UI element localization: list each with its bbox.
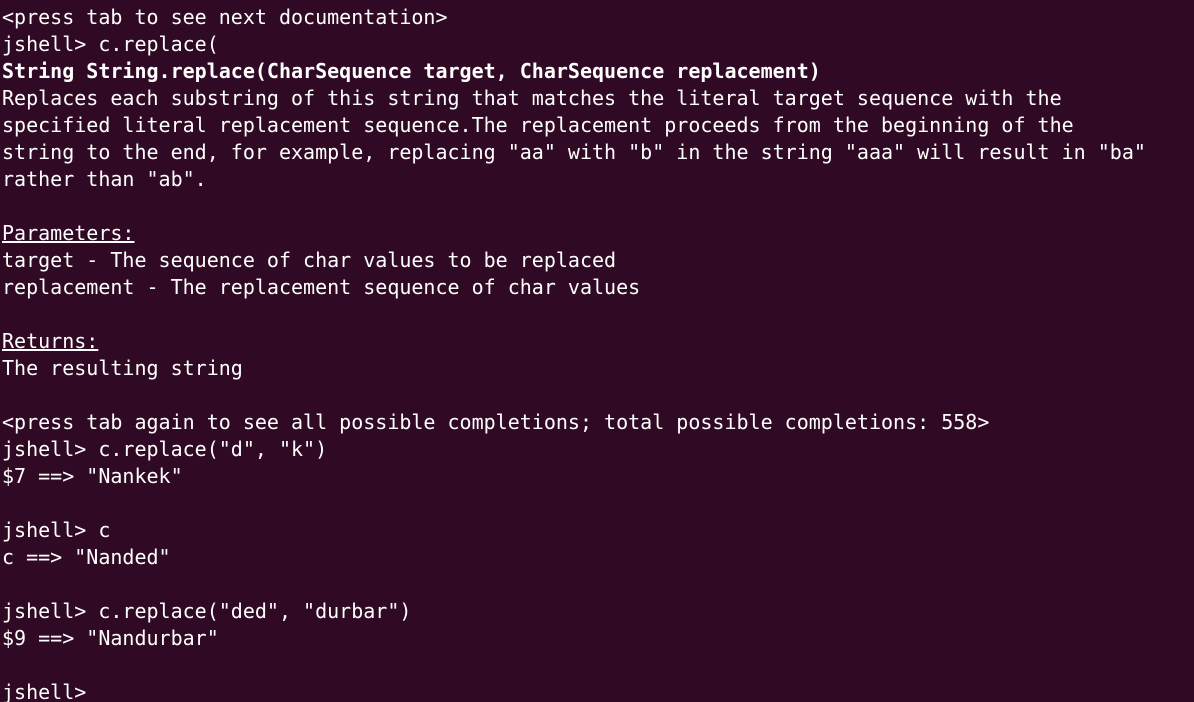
terminal-window[interactable]: <press tab to see next documentation> js…	[0, 0, 1194, 702]
prompt-line: jshell> c.replace(	[2, 32, 219, 56]
doc-description-line: specified literal replacement sequence.T…	[2, 113, 1074, 137]
parameters-heading-line: Parameters:	[2, 220, 1194, 247]
doc-description-line: rather than "ab".	[2, 167, 207, 191]
output-line: $7 ==> "Nankek"	[2, 464, 183, 488]
prompt-line: jshell> c	[2, 518, 111, 542]
active-prompt-line[interactable]: jshell>	[2, 679, 1194, 702]
returns-heading: Returns:	[2, 329, 99, 353]
doc-description-line: Replaces each substring of this string t…	[2, 86, 1062, 110]
prompt-line: jshell> c.replace("d", "k")	[2, 437, 328, 461]
parameter-line: replacement - The replacement sequence o…	[2, 275, 641, 299]
parameters-heading: Parameters:	[2, 221, 135, 245]
returns-description: The resulting string	[2, 356, 243, 380]
method-signature: String String.replace(CharSequence targe…	[2, 59, 821, 83]
output-line: c ==> "Nanded"	[2, 545, 171, 569]
parameter-line: target - The sequence of char values to …	[2, 248, 617, 272]
doc-hint-line: <press tab to see next documentation>	[2, 5, 448, 29]
returns-heading-line: Returns:	[2, 328, 1194, 355]
output-line: $9 ==> "Nandurbar"	[2, 626, 219, 650]
doc-description-line: string to the end, for example, replacin…	[2, 140, 1146, 164]
prompt-line: jshell> c.replace("ded", "durbar")	[2, 599, 412, 623]
completions-hint-line: <press tab again to see all possible com…	[2, 410, 990, 434]
